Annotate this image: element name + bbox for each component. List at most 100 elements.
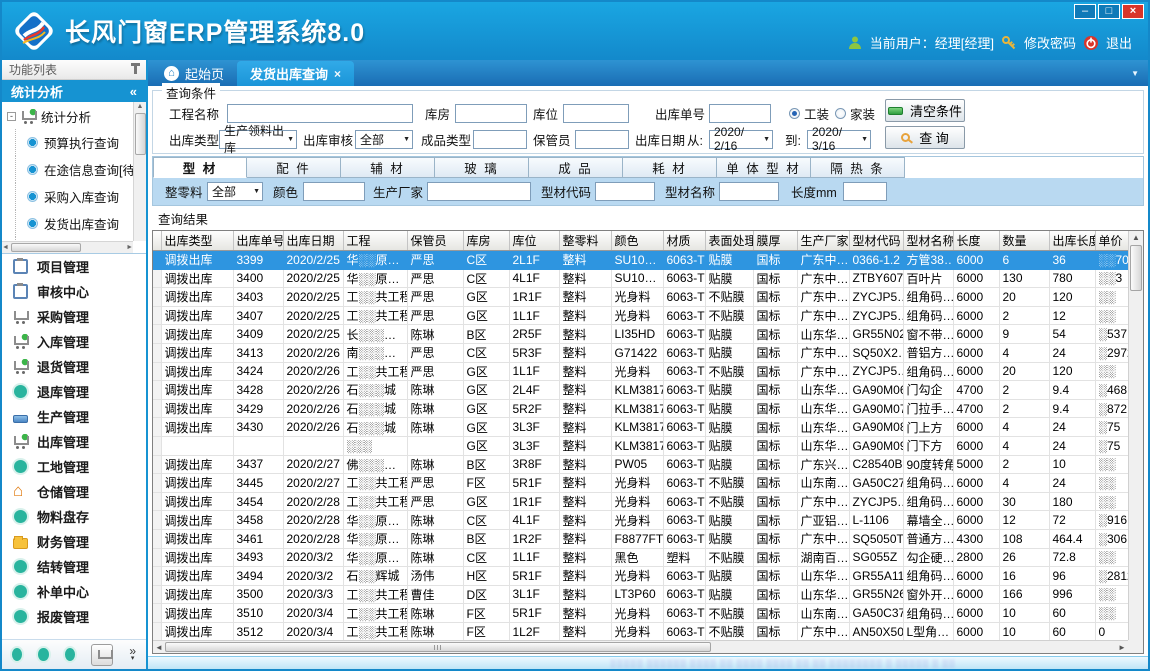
tab-insulation-strip[interactable]: 隔 热 条 [811, 157, 905, 178]
column-header-length[interactable]: 长度 [953, 231, 999, 251]
sidebar-item-supplement-center[interactable]: 补单中心 [2, 579, 146, 604]
column-header-keeper[interactable]: 保管员 [407, 231, 463, 251]
column-header-whole-part[interactable]: 整零料 [559, 231, 611, 251]
scroll-right-icon[interactable]: ► [126, 244, 133, 251]
maximize-button[interactable]: □ [1098, 4, 1120, 19]
tree-item-budget-query[interactable]: 预算执行查询 [2, 129, 146, 156]
scroll-up-icon[interactable]: ▲ [134, 102, 146, 112]
column-header-material[interactable]: 材质 [663, 231, 705, 251]
tree-root-stat-analysis[interactable]: - 统计分析 [2, 102, 146, 129]
column-header-profile-code[interactable]: 型材代码 [849, 231, 903, 251]
table-row[interactable]: 调拨出库34542020/2/28工░░共工程严思G区1R1F整料光身料6063… [153, 492, 1128, 511]
more-buttons-chevron[interactable]: »▾ [129, 647, 136, 663]
clear-conditions-button[interactable]: 清空条件 [885, 99, 965, 122]
quick-circle-icon[interactable] [65, 648, 75, 661]
sidebar-item-production-management[interactable]: 生产管理 [2, 404, 146, 429]
tab-single-profile[interactable]: 单 体 型 材 [717, 157, 811, 178]
scroll-up-icon[interactable]: ▲ [1129, 231, 1143, 244]
column-header-out-length[interactable]: 出库长度 [1049, 231, 1095, 251]
table-row[interactable]: 调拨出库34072020/2/25工░░共工程严思G区1L1F整料光身料6063… [153, 306, 1128, 325]
close-button[interactable]: × [1122, 4, 1144, 19]
table-row[interactable]: 调拨出库34612020/2/28华░░原…陈琳B区1R2F整料F8877FT6… [153, 529, 1128, 548]
table-row[interactable]: 调拨出库34002020/2/25华░░原…严思C区4L1F整料SU10…606… [153, 269, 1128, 288]
tab-glass[interactable]: 玻 璃 [435, 157, 529, 178]
column-header-film[interactable]: 膜厚 [753, 231, 797, 251]
keeper-input[interactable] [575, 130, 629, 149]
sidebar-item-carryover-management[interactable]: 结转管理 [2, 554, 146, 579]
table-row[interactable]: 调拨出库34942020/3/2石░░辉城汤伟H区5R1F整料光身料6063-T… [153, 567, 1128, 586]
tab-accessory[interactable]: 配 件 [247, 157, 341, 178]
pin-icon[interactable] [134, 66, 137, 74]
scroll-left-icon[interactable]: ◄ [153, 643, 165, 652]
scroll-left-icon[interactable]: ◄ [2, 244, 9, 251]
minimize-button[interactable]: – [1074, 4, 1096, 19]
sidebar-item-warehouse-management[interactable]: 仓储管理 [2, 479, 146, 504]
order-no-input[interactable] [709, 104, 771, 123]
sidebar-item-inbound-management[interactable]: 入库管理 [2, 329, 146, 354]
table-row[interactable]: 调拨出库34242020/2/26工░░共工程严思G区1L1F整料光身料6063… [153, 362, 1128, 381]
table-row[interactable]: 调拨出库34302020/2/26石░░░城陈琳G区3L3F整料KLM38176… [153, 418, 1128, 437]
tree-item-purchase-inbound-query[interactable]: 采购入库查询 [2, 183, 146, 210]
tree-horizontal-scrollbar[interactable]: ◄► [2, 241, 133, 253]
grid-horizontal-scrollbar[interactable]: ◄ ► [153, 640, 1128, 653]
tab-finished-product[interactable]: 成 品 [529, 157, 623, 178]
tab-shipment-outbound-query[interactable]: 发货出库查询 × [237, 61, 354, 86]
tree-item-shipment-outbound-query[interactable]: 发货出库查询 [2, 210, 146, 237]
sidebar-item-return-store-management[interactable]: 退库管理 [2, 379, 146, 404]
search-button[interactable]: 查 询 [885, 126, 965, 149]
location-input[interactable] [563, 104, 629, 123]
sidebar-item-material-inventory[interactable]: 物料盘存 [2, 504, 146, 529]
sidebar-item-purchase-management[interactable]: 采购管理 [2, 304, 146, 329]
table-row[interactable]: 调拨出库34132020/2/26南░░░…严思C区5R3F整料G7142260… [153, 343, 1128, 362]
table-row[interactable]: 调拨出库33992020/2/25华░░原…严思C区2L1F整料SU10…606… [153, 251, 1128, 270]
table-row[interactable]: 调拨出库35102020/3/4工░░共工程陈琳F区5R1F整料光身料6063-… [153, 604, 1128, 623]
sidebar-item-return-goods-management[interactable]: 退货管理 [2, 354, 146, 379]
profile-name-input[interactable] [719, 182, 779, 201]
tab-consumable[interactable]: 耗 材 [623, 157, 717, 178]
manufacturer-input[interactable] [427, 182, 531, 201]
sidebar-item-finance-management[interactable]: 财务管理 [2, 529, 146, 554]
table-row[interactable]: 调拨出库34452020/2/27工░░共工程严思F区5R1F整料光身料6063… [153, 474, 1128, 493]
quick-circle-icon[interactable] [12, 648, 22, 661]
column-header-out-type[interactable]: 出库类型 [161, 231, 233, 251]
whole-part-combo[interactable]: 全部▼ [207, 182, 263, 201]
product-type-input[interactable] [473, 130, 527, 149]
tree-item-transit-query[interactable]: 在途信息查询[待 [2, 156, 146, 183]
table-row[interactable]: 调拨出库34092020/2/25长░░░…陈琳B区2R5F整料LI35HD60… [153, 325, 1128, 344]
color-input[interactable] [303, 182, 365, 201]
close-tab-icon[interactable]: × [334, 67, 341, 81]
logout-link[interactable]: 退出 [1106, 33, 1132, 52]
column-header-profile-name[interactable]: 型材名称 [903, 231, 953, 251]
length-input[interactable] [843, 182, 887, 201]
radio-icon[interactable] [835, 108, 846, 119]
sidebar-item-outbound-management[interactable]: 出库管理 [2, 429, 146, 454]
table-row[interactable]: 调拨出库35002020/3/3工░░共工程曹佳D区3L1F整料LT3P6060… [153, 585, 1128, 604]
grid-vertical-scrollbar[interactable]: ▲ [1128, 231, 1143, 640]
to-date-picker[interactable]: 2020/ 3/16▼ [807, 130, 871, 149]
tree-vertical-scrollbar[interactable]: ▲ [133, 102, 146, 241]
collapse-icon[interactable]: « [130, 84, 137, 99]
column-header-manufacturer[interactable]: 生产厂家 [797, 231, 849, 251]
column-header-location[interactable]: 库位 [509, 231, 559, 251]
out-type-combo[interactable]: 生产领料出库▼ [219, 130, 297, 149]
table-row[interactable]: 调拨出库35122020/3/4工░░共工程陈琳F区1L2F整料光身料6063-… [153, 622, 1128, 640]
scrollbar-thumb[interactable] [11, 243, 81, 252]
column-header-warehouse[interactable]: 库房 [463, 231, 509, 251]
column-header-project[interactable]: 工程 [343, 231, 407, 251]
radio-icon[interactable] [789, 108, 800, 119]
column-header-surface[interactable]: 表面处理 [705, 231, 753, 251]
sidebar-item-project-management[interactable]: 项目管理 [2, 254, 146, 279]
sidebar-item-site-management[interactable]: 工地管理 [2, 454, 146, 479]
tab-auxiliary[interactable]: 辅 材 [341, 157, 435, 178]
scrollbar-thumb[interactable] [1130, 245, 1142, 291]
table-row[interactable]: 调拨出库34582020/2/28华░░原…陈琳C区4L1F整料光身料6063-… [153, 511, 1128, 530]
audit-combo[interactable]: 全部▼ [355, 130, 413, 149]
change-password-link[interactable]: 修改密码 [1024, 33, 1076, 52]
quick-circle-icon[interactable] [38, 648, 48, 661]
cart-quick-button[interactable] [91, 644, 113, 666]
table-row[interactable]: ░░░G区3L3F整料KLM38176063-T5贴膜国标山东华…GA90M09… [153, 436, 1128, 455]
column-header-quantity[interactable]: 数量 [999, 231, 1049, 251]
table-row[interactable]: 调拨出库34282020/2/26石░░░城陈琳G区2L4F整料KLM38176… [153, 381, 1128, 400]
sidebar-group-header[interactable]: 统计分析 « [2, 80, 146, 102]
sidebar-item-audit-center[interactable]: 审核中心 [2, 279, 146, 304]
